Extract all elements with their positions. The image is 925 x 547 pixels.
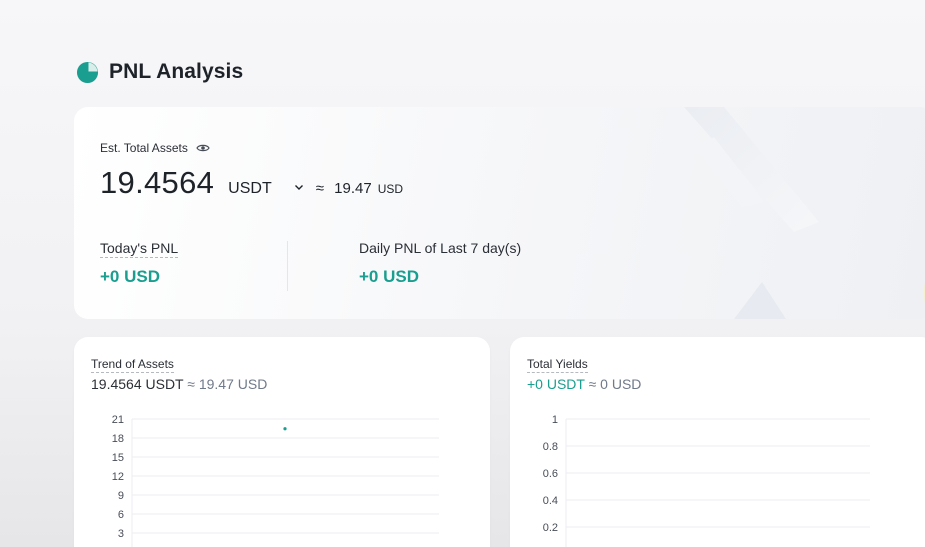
daily-pnl-label: Daily PNL of Last 7 day(s): [359, 240, 522, 256]
todays-pnl-block: Today's PNL +0 USD: [100, 240, 179, 287]
total-yields-card: Total Yields +0 USDT ≈ 0 USD 1 0.8 0.6 0.4 0…: [510, 337, 925, 547]
y-tick-label: 18: [112, 433, 124, 445]
approx-usd-group: ≈ 19.47 USD: [316, 180, 403, 197]
y-tick-label: 21: [112, 414, 124, 426]
page-title: PNL Analysis: [109, 60, 244, 83]
pie-chart-icon: [76, 61, 99, 84]
y-tick-label: 15: [112, 452, 124, 464]
asset-summary-card: Est. Total Assets 19.4564 USDT ≈ 19.47 US…: [74, 107, 925, 319]
total-assets-row: 19.4564 USDT ≈ 19.47 USD: [100, 165, 403, 201]
y-tick-label: 0.4: [543, 495, 558, 507]
total-assets-unit: USDT: [228, 180, 272, 197]
total-yields-chart: 1 0.8 0.6 0.4 0.2: [543, 414, 870, 547]
y-tick-label: 0.6: [543, 468, 558, 480]
y-tick-label: 3: [118, 528, 124, 540]
y-tick-label: 6: [118, 509, 124, 521]
y-tick-label: 12: [112, 471, 124, 483]
approx-symbol: ≈: [315, 180, 324, 197]
todays-pnl-label[interactable]: Today's PNL: [100, 240, 179, 258]
decorative-background: [684, 107, 925, 319]
est-total-assets-row: Est. Total Assets: [100, 141, 210, 155]
trend-of-assets-card: Trend of Assets 19.4564 USDT ≈ 19.47 USD…: [74, 337, 490, 547]
eye-icon[interactable]: [196, 143, 210, 153]
daily-pnl-block: Daily PNL of Last 7 day(s) +0 USD: [359, 240, 521, 287]
approx-usd-unit: USD: [377, 182, 404, 196]
y-tick-label: 0.8: [543, 441, 558, 453]
est-total-assets-label: Est. Total Assets: [100, 141, 188, 155]
trend-of-assets-chart: 21 18 15 12 9 6 3: [112, 414, 439, 547]
y-tick-label: 9: [118, 490, 124, 502]
daily-pnl-value: +0 USD: [359, 267, 419, 286]
y-tick-label: 0.2: [543, 522, 558, 534]
pnl-divider: [287, 241, 288, 291]
page-header: PNL Analysis: [76, 60, 243, 84]
currency-dropdown-chevron-icon[interactable]: [294, 184, 304, 191]
total-assets-value: 19.4564: [100, 165, 215, 200]
todays-pnl-value: +0 USD: [100, 267, 160, 286]
approx-usd-value: 19.47: [334, 180, 372, 197]
y-tick-label: 1: [552, 414, 558, 426]
data-point: [283, 427, 287, 431]
